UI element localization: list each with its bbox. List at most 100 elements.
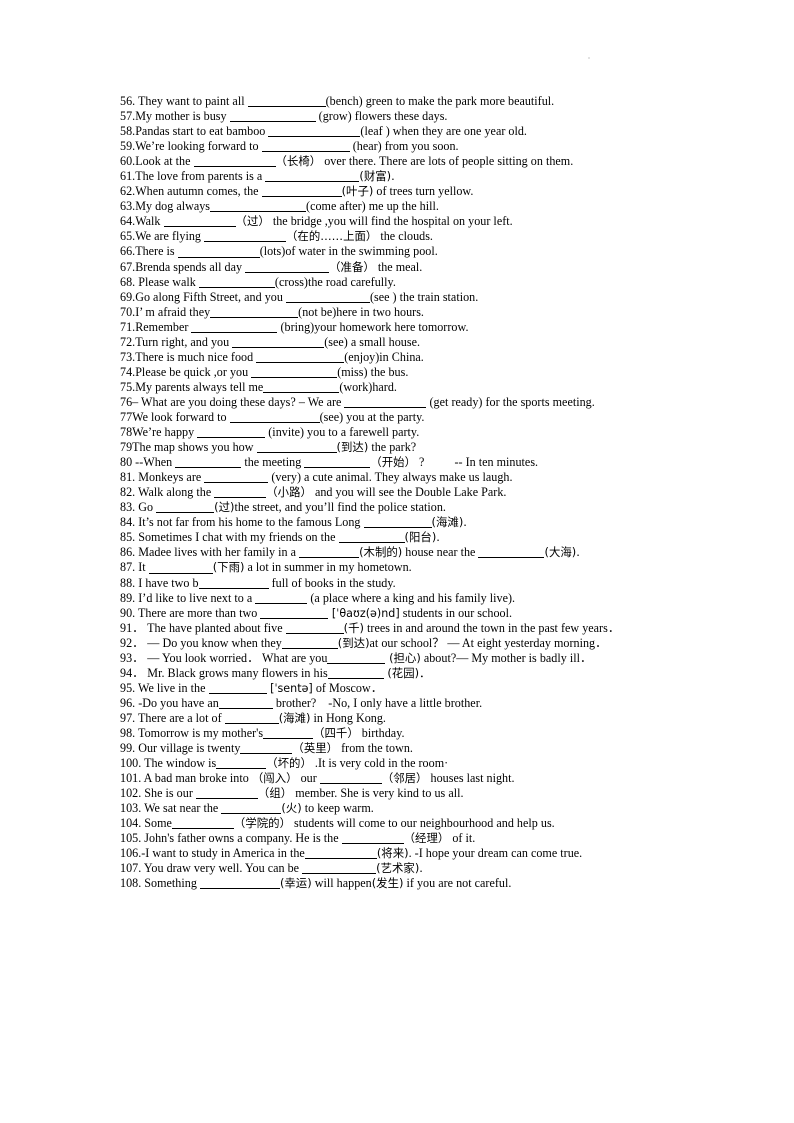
answer-blank[interactable] (261, 141, 350, 153)
question-number: 60. (120, 154, 136, 169)
answer-blank[interactable] (240, 742, 293, 755)
question-text: from the town. (338, 741, 413, 756)
question-line: 107. You draw very well. You can be (艺术家… (120, 861, 720, 876)
question-text: (very) a cute animal. They always make u… (268, 470, 513, 485)
question-line: 61.The love from parents is a (财富). (120, 169, 720, 184)
question-text: Madee lives with her family in a (135, 545, 300, 560)
answer-blank[interactable] (327, 652, 386, 664)
answer-blank[interactable] (198, 577, 269, 589)
answer-blank[interactable] (199, 878, 280, 890)
question-line: 58.Pandas start to eat bamboo (leaf ) wh… (120, 124, 720, 139)
answer-blank[interactable] (218, 697, 273, 709)
answer-blank[interactable] (261, 186, 342, 198)
question-line: 65.We are flying （在的……上面） the clouds. (120, 229, 720, 244)
answer-blank[interactable] (221, 803, 282, 815)
question-number: 89. (120, 590, 136, 605)
answer-blank[interactable] (304, 457, 371, 469)
answer-blank[interactable] (229, 411, 320, 424)
question-number: 71. (120, 319, 136, 334)
answer-blank[interactable] (299, 547, 360, 559)
answer-blank[interactable] (198, 276, 275, 288)
answer-blank[interactable] (478, 547, 545, 559)
answer-blank[interactable] (285, 622, 344, 634)
answer-blank[interactable] (232, 336, 325, 348)
answer-blank[interactable] (229, 110, 316, 123)
question-number: 69. (120, 289, 136, 304)
answer-blank[interactable] (210, 201, 307, 213)
question-line: 91． The have planted about five (千) tree… (120, 621, 720, 636)
answer-blank[interactable] (265, 171, 360, 183)
answer-blank[interactable] (256, 441, 337, 454)
answer-blank[interactable] (302, 863, 377, 875)
question-line: 59.We’re looking forward to (hear) from … (120, 139, 720, 154)
question-line: 92． — Do you know when they (到达)at our sc… (120, 636, 720, 651)
question-line: 57.My mother is busy (grow) flowers thes… (120, 109, 720, 124)
question-text: trees in and around the town in the past… (364, 620, 620, 635)
answer-blank[interactable] (327, 667, 384, 679)
answer-blank[interactable] (210, 306, 299, 318)
answer-blank[interactable] (204, 472, 269, 484)
question-text: -Do you have an (135, 695, 219, 710)
answer-blank[interactable] (341, 833, 404, 845)
answer-blank[interactable] (171, 818, 234, 830)
answer-blank[interactable] (338, 532, 405, 544)
answer-blank[interactable] (214, 487, 267, 499)
answer-blank[interactable] (195, 788, 258, 800)
question-text: — You look worried． What are you (144, 650, 328, 665)
question-line: 73.There is much nice food (enjoy)in Chi… (120, 350, 720, 365)
question-number: 74. (120, 364, 136, 379)
answer-blank[interactable] (260, 607, 329, 619)
chinese-hint: （经理） (403, 831, 450, 846)
question-text: It (135, 560, 149, 575)
answer-blank[interactable] (268, 126, 361, 138)
question-text: My parents always tell me (135, 379, 264, 394)
answer-blank[interactable] (148, 562, 213, 574)
question-number: 108. (120, 876, 142, 891)
question-text: Please be quick ,or you (135, 364, 252, 379)
question-number: 91． (120, 620, 145, 635)
answer-blank[interactable] (208, 682, 267, 694)
answer-blank[interactable] (193, 156, 276, 168)
answer-blank[interactable] (319, 773, 382, 785)
question-text: and you will see the Double Lake Park. (311, 485, 507, 500)
answer-blank[interactable] (191, 321, 278, 333)
question-number: 66. (120, 244, 136, 259)
question-number: 59. (120, 139, 136, 154)
answer-blank[interactable] (263, 727, 314, 740)
answer-blank[interactable] (216, 757, 267, 770)
answer-blank[interactable] (263, 381, 340, 393)
answer-blank[interactable] (255, 592, 308, 604)
answer-blank[interactable] (251, 366, 338, 378)
answer-blank[interactable] (285, 291, 370, 303)
chinese-hint: (发生) (371, 876, 404, 891)
answer-blank[interactable] (256, 351, 345, 363)
answer-blank[interactable] (197, 426, 266, 439)
answer-blank[interactable] (304, 848, 377, 860)
question-line: 74.Please be quick ,or you (miss) the bu… (120, 365, 720, 380)
question-text: houses last night. (427, 771, 515, 786)
answer-blank[interactable] (156, 502, 215, 514)
answer-blank[interactable] (224, 712, 279, 724)
question-text: our (297, 771, 320, 786)
question-line: 56. They want to paint all (bench) green… (120, 94, 720, 109)
answer-blank[interactable] (281, 637, 338, 649)
question-number: 102. (120, 786, 142, 801)
answer-blank[interactable] (175, 457, 242, 469)
question-line: 80 --When the meeting （开始） ? -- In ten mi… (120, 455, 720, 470)
question-number: 97. (120, 710, 136, 725)
question-text: at our school？ — At eight yesterday morn… (369, 635, 608, 650)
question-text: When autumn comes, the (135, 184, 262, 199)
question-number: 93． (120, 650, 145, 665)
answer-blank[interactable] (245, 261, 330, 273)
answer-blank[interactable] (363, 517, 432, 529)
answer-blank[interactable] (204, 231, 287, 243)
answer-blank[interactable] (163, 216, 236, 228)
question-text: The map shows you how (132, 440, 257, 455)
question-line: 94． Mr. Black grows many flowers in his … (120, 666, 720, 681)
question-line: 62.When autumn comes, the (叶子) of trees … (120, 184, 720, 199)
question-text: We look forward to (132, 409, 230, 424)
answer-blank[interactable] (247, 95, 326, 108)
question-number: 78 (120, 425, 133, 440)
answer-blank[interactable] (177, 246, 260, 258)
answer-blank[interactable] (344, 396, 427, 408)
